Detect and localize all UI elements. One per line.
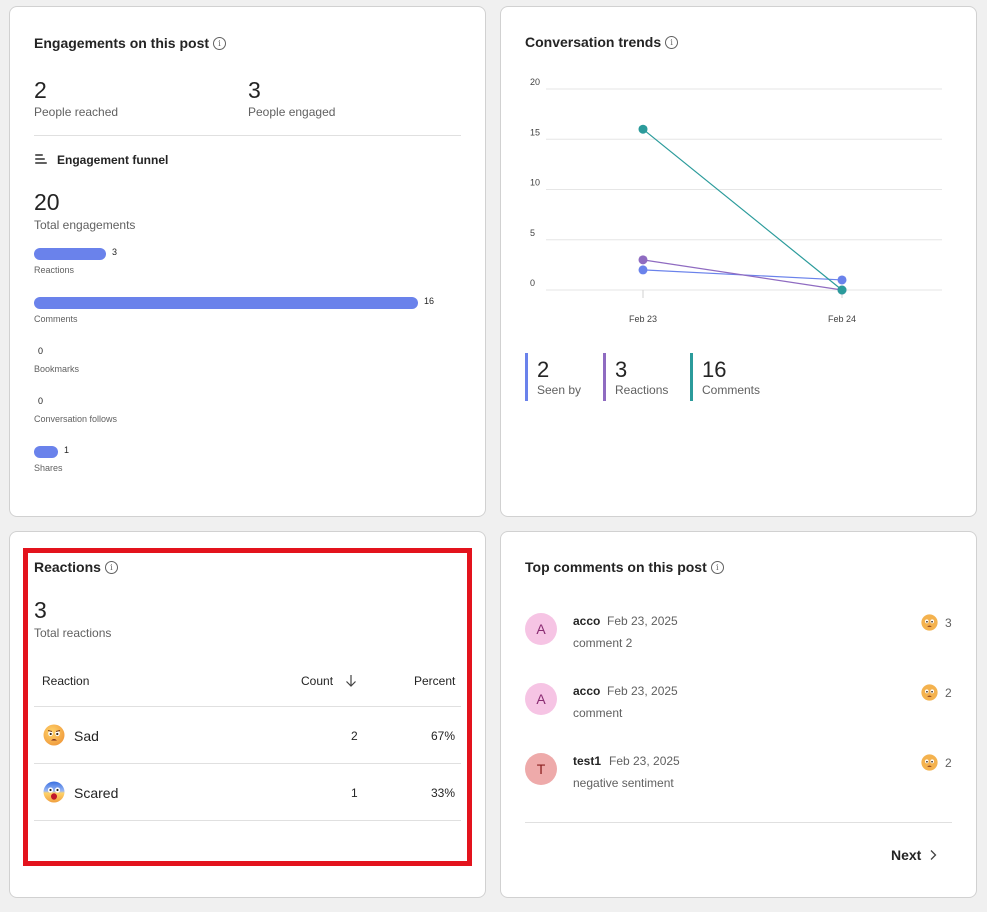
funnel-label: Comments (34, 314, 78, 324)
legend-label: Seen by (537, 383, 582, 397)
next-button[interactable]: Next (891, 847, 937, 863)
reaction-count: 1 (351, 786, 358, 800)
legend-item[interactable]: 2 Seen by (525, 353, 581, 401)
conversation-trends-card: Conversation trends i 20 15 10 5 0 Feb 23 Feb … (500, 6, 977, 517)
funnel-heading: Engagement funnel (34, 153, 168, 167)
reaction-count: 2 (351, 729, 358, 743)
funnel-icon (34, 153, 48, 167)
legend-value: 3 (615, 357, 628, 382)
legend-value: 2 (537, 357, 550, 382)
avatar[interactable]: T (525, 753, 557, 785)
comment-text: comment 2 (573, 636, 633, 650)
sad-emoji-icon (921, 754, 938, 771)
series-line (642, 128, 843, 291)
chevron-right-icon (930, 850, 937, 860)
data-point[interactable] (837, 285, 847, 295)
scared-emoji-icon (43, 781, 65, 803)
people-engaged-label: People engaged (248, 105, 336, 119)
funnel-bar (34, 248, 106, 260)
avatar[interactable]: A (525, 613, 557, 645)
funnel-bar (34, 297, 418, 309)
engagements-title: Engagements on this post i (34, 35, 227, 51)
column-header-percent[interactable]: Percent (414, 674, 455, 688)
sad-emoji-icon (921, 684, 938, 701)
comment-text: comment (573, 706, 623, 720)
people-reached-label: People reached (34, 105, 119, 119)
data-point[interactable] (837, 275, 847, 285)
reaction-name: Sad (74, 728, 99, 744)
info-icon[interactable]: i (710, 560, 724, 574)
engagements-card: Engagements on this post i 2 People reac… (9, 6, 486, 517)
funnel-bar (34, 446, 58, 458)
top-comments-card: Top comments on this post i A acco Feb 2… (500, 531, 977, 898)
reactions-card: Reactions i 3 Total reactions Reaction C… (9, 531, 486, 898)
total-engagements-label: Total engagements (34, 218, 136, 232)
avatar[interactable]: A (525, 683, 557, 715)
info-icon[interactable]: i (213, 36, 227, 50)
top-comments-title: Top comments on this post i (525, 559, 724, 575)
comment-date: Feb 23, 2025 (609, 754, 680, 768)
funnel-value: 1 (64, 445, 70, 455)
info-icon[interactable]: i (104, 560, 118, 574)
comment-date: Feb 23, 2025 (607, 614, 678, 628)
y-tick-label: 15 (530, 127, 540, 137)
trend-chart: 20 15 10 5 0 Feb 23 Feb 24 (530, 77, 942, 324)
x-tick-label: Feb 24 (828, 314, 856, 324)
data-point[interactable] (638, 124, 648, 134)
divider (34, 135, 461, 136)
total-engagements-value: 20 (34, 189, 60, 215)
funnel-value: 3 (112, 247, 118, 257)
sad-emoji-icon (43, 724, 65, 746)
comment-author[interactable]: test1 (573, 754, 601, 768)
reaction-name: Scared (74, 785, 119, 801)
funnel-label: Shares (34, 463, 63, 473)
sort-descending-icon[interactable] (345, 674, 357, 688)
funnel-label: Bookmarks (34, 364, 80, 374)
reaction-percent: 67% (431, 729, 456, 743)
legend-label: Reactions (615, 383, 669, 397)
y-tick-label: 10 (530, 178, 540, 188)
people-engaged-value: 3 (248, 77, 261, 103)
comment-author[interactable]: acco (573, 614, 600, 628)
legend-item[interactable]: 3 Reactions (603, 353, 668, 401)
comment-text: negative sentiment (573, 776, 674, 790)
reaction-percent: 33% (431, 786, 456, 800)
comment-date: Feb 23, 2025 (607, 684, 678, 698)
divider (525, 822, 952, 823)
y-tick-label: 5 (530, 228, 535, 238)
people-reached-value: 2 (34, 77, 47, 103)
legend-label: Comments (702, 383, 761, 397)
y-tick-label: 20 (530, 77, 540, 87)
reactions-title: Reactions i (34, 559, 118, 575)
funnel-value: 16 (424, 296, 435, 306)
series-line (642, 259, 843, 291)
total-reactions-label: Total reactions (34, 626, 112, 640)
legend-item[interactable]: 16 Comments (690, 353, 760, 401)
comment-reaction-count: 3 (945, 616, 952, 630)
comment-reaction-count: 2 (945, 686, 952, 700)
data-point[interactable] (638, 265, 648, 275)
divider (34, 820, 461, 821)
y-tick-label: 0 (530, 278, 535, 288)
funnel-label: Conversation follows (34, 414, 118, 424)
comment-author[interactable]: acco (573, 684, 600, 698)
funnel-value: 0 (38, 346, 44, 356)
x-tick-label: Feb 23 (629, 314, 657, 324)
legend-value: 16 (702, 357, 727, 382)
funnel-value: 0 (38, 396, 44, 406)
column-header-count[interactable]: Count (301, 674, 333, 688)
divider (34, 763, 461, 764)
funnel-label: Reactions (34, 265, 75, 275)
data-point[interactable] (638, 255, 648, 265)
highlight-box (23, 548, 472, 866)
sad-emoji-icon (921, 614, 938, 631)
divider (34, 706, 461, 707)
comment-reaction-count: 2 (945, 756, 952, 770)
column-header-reaction[interactable]: Reaction (42, 674, 89, 688)
total-reactions-value: 3 (34, 597, 47, 623)
